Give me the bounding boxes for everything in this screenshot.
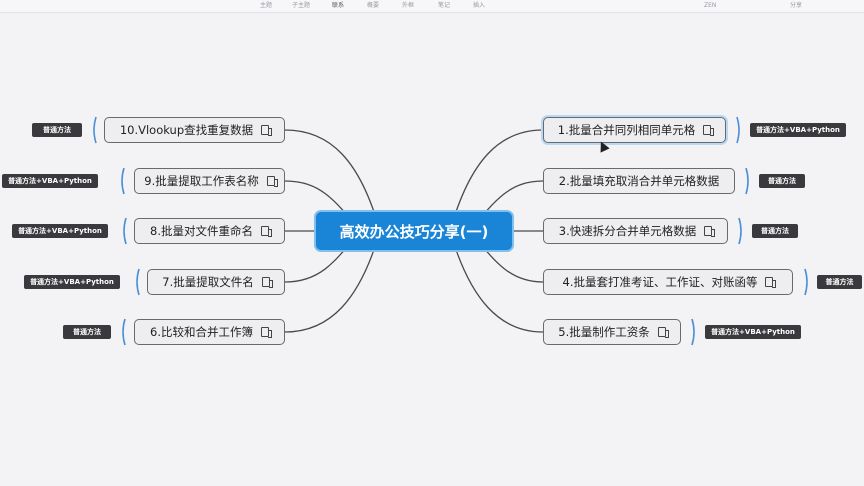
note-icon[interactable] [261, 277, 273, 288]
method-tag-2[interactable]: 普通方法 [759, 174, 805, 188]
method-tag-4[interactable]: 普通方法 [817, 275, 862, 289]
topic-node-8[interactable]: 8.批量对文件重命名 [134, 218, 285, 244]
topic-label: 3.快速拆分合并单元格数据 [558, 224, 697, 238]
bracket-right-1 [736, 116, 740, 144]
method-tag-10[interactable]: 普通方法 [32, 123, 82, 137]
bracket-right-4 [804, 268, 808, 296]
topic-label: 8.批量对文件重命名 [150, 224, 253, 238]
bracket-left-9 [121, 167, 125, 195]
note-icon[interactable] [266, 176, 278, 187]
method-tag-5[interactable]: 普通方法+VBA+Python [705, 325, 801, 339]
topic-node-10[interactable]: 10.Vlookup查找重复数据 [104, 117, 285, 143]
note-icon[interactable] [704, 226, 716, 237]
bracket-right-2 [745, 167, 749, 195]
bracket-left-6 [122, 318, 126, 346]
topic-node-6[interactable]: 6.比较和合并工作簿 [134, 319, 285, 345]
method-tag-8[interactable]: 普通方法+VBA+Python [12, 224, 108, 238]
method-tag-6[interactable]: 普通方法 [63, 325, 111, 339]
note-icon[interactable] [260, 327, 272, 338]
bracket-left-8 [123, 217, 127, 245]
note-icon[interactable] [261, 125, 273, 136]
method-tag-9[interactable]: 普通方法+VBA+Python [2, 174, 98, 188]
topic-label: 7.批量提取文件名 [162, 275, 254, 289]
topic-label: 2.批量填充取消合并单元格数据 [558, 174, 720, 188]
method-tag-1[interactable]: 普通方法+VBA+Python [750, 123, 846, 137]
note-icon[interactable] [765, 277, 777, 288]
topic-label: 4.批量套打准考证、工作证、对账函等 [562, 275, 758, 289]
topic-label: 1.批量合并同列相同单元格 [557, 123, 696, 137]
note-icon[interactable] [657, 327, 669, 338]
method-tag-7[interactable]: 普通方法+VBA+Python [24, 275, 120, 289]
bracket-left-10 [93, 116, 97, 144]
topic-node-7[interactable]: 7.批量提取文件名 [147, 269, 285, 295]
topic-label: 6.比较和合并工作簿 [150, 325, 253, 339]
topic-node-4[interactable]: 4.批量套打准考证、工作证、对账函等 [543, 269, 793, 295]
note-icon[interactable] [703, 125, 715, 136]
topic-node-1[interactable]: 1.批量合并同列相同单元格 [543, 117, 726, 143]
topic-node-9[interactable]: 9.批量提取工作表名称 [134, 168, 285, 194]
topic-node-2[interactable]: 2.批量填充取消合并单元格数据 [543, 168, 735, 194]
bracket-right-5 [691, 318, 695, 346]
central-topic[interactable]: 高效办公技巧分享(一) [316, 212, 512, 250]
bracket-right-3 [738, 217, 742, 245]
topic-node-3[interactable]: 3.快速拆分合并单元格数据 [543, 218, 728, 244]
topic-node-5[interactable]: 5.批量制作工资条 [543, 319, 681, 345]
topic-label: 10.Vlookup查找重复数据 [119, 123, 254, 137]
note-icon[interactable] [260, 226, 272, 237]
topic-label: 9.批量提取工作表名称 [144, 174, 259, 188]
bracket-left-7 [136, 268, 140, 296]
method-tag-3[interactable]: 普通方法 [752, 224, 798, 238]
topic-label: 5.批量制作工资条 [558, 325, 650, 339]
